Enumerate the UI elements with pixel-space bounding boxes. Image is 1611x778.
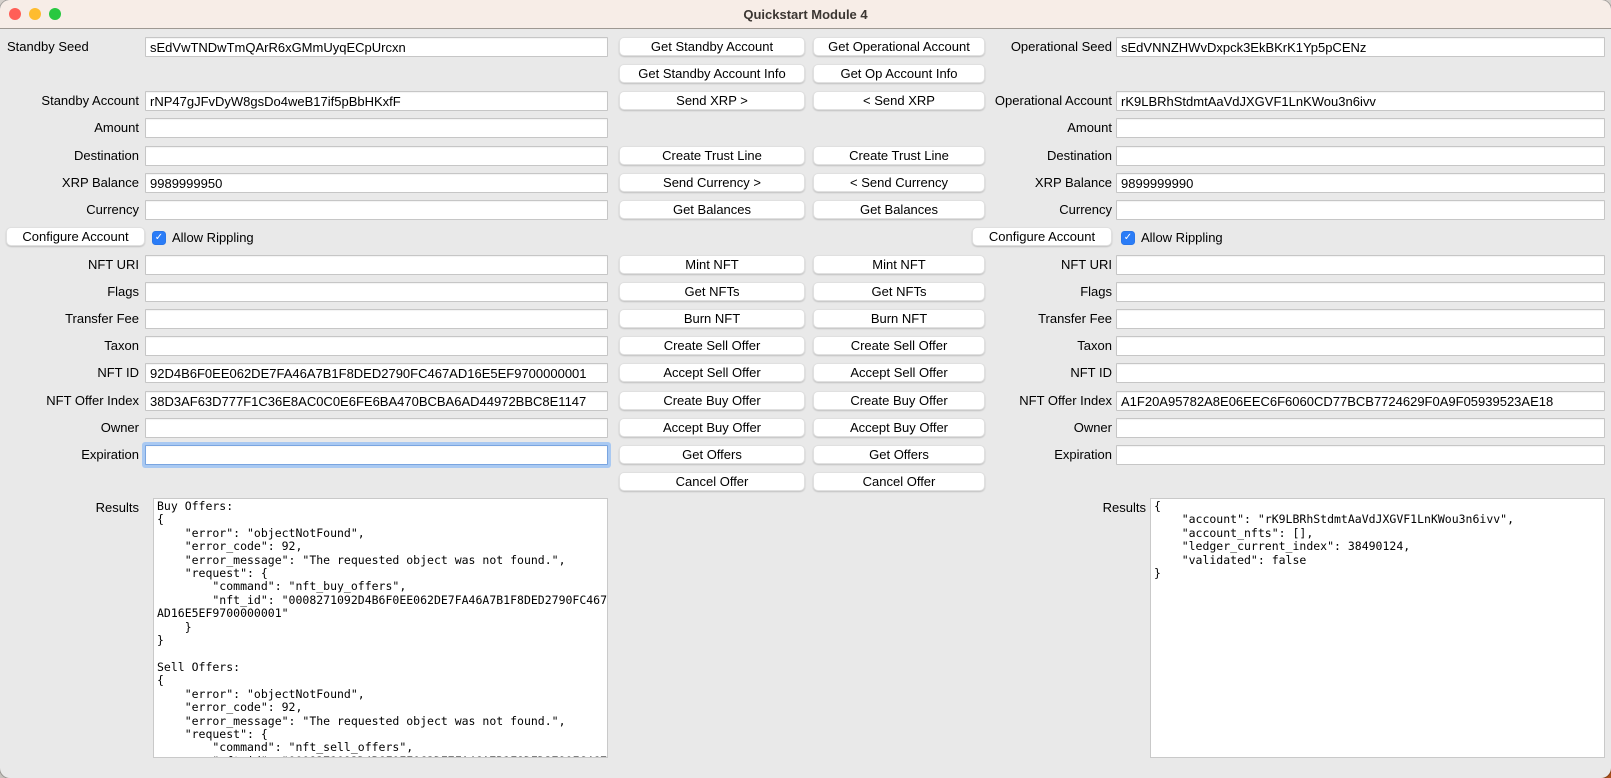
standby-taxon-field[interactable] [145, 336, 608, 356]
op-taxon-label: Taxon [955, 336, 1112, 356]
standby-owner-label: Owner [4, 418, 139, 438]
standby-transfer-fee-label: Transfer Fee [4, 309, 139, 329]
standby-seed-field[interactable] [145, 37, 608, 57]
quickstart-window: Quickstart Module 4 Standby Seed Standby… [0, 0, 1611, 778]
standby-accept-sell-offer-button[interactable]: Accept Sell Offer [619, 363, 805, 382]
standby-xrp-balance-field[interactable] [145, 173, 608, 193]
standby-results-label: Results [4, 498, 139, 518]
op-account-field[interactable] [1116, 91, 1605, 111]
standby-nft-id-label: NFT ID [4, 363, 139, 383]
standby-seed-label: Standby Seed [7, 37, 142, 57]
standby-amount-field[interactable] [145, 118, 608, 138]
op-transfer-fee-label: Transfer Fee [955, 309, 1112, 329]
op-transfer-fee-field[interactable] [1116, 309, 1605, 329]
op-taxon-field[interactable] [1116, 336, 1605, 356]
op-nft-id-field[interactable] [1116, 363, 1605, 383]
get-standby-account-button[interactable]: Get Standby Account [619, 37, 805, 56]
standby-owner-field[interactable] [145, 418, 608, 438]
standby-flags-label: Flags [4, 282, 139, 302]
op-owner-label: Owner [955, 418, 1112, 438]
standby-expiration-label: Expiration [4, 445, 139, 465]
standby-xrp-balance-label: XRP Balance [4, 173, 139, 193]
standby-create-trust-line-button[interactable]: Create Trust Line [619, 146, 805, 165]
standby-destination-label: Destination [4, 146, 139, 166]
op-allow-rippling[interactable]: ✓ Allow Rippling [1121, 228, 1223, 247]
standby-currency-field[interactable] [145, 200, 608, 220]
op-results-label: Results [955, 498, 1146, 518]
op-account-label: Operational Account [955, 91, 1112, 111]
get-op-account-info-button[interactable]: Get Op Account Info [813, 64, 985, 83]
op-flags-label: Flags [955, 282, 1112, 302]
standby-create-buy-offer-button[interactable]: Create Buy Offer [619, 391, 805, 410]
op-seed-field[interactable] [1116, 37, 1605, 57]
standby-allow-rippling[interactable]: ✓ Allow Rippling [152, 228, 254, 247]
standby-destination-field[interactable] [145, 146, 608, 166]
standby-nft-id-field[interactable] [145, 363, 608, 383]
op-flags-field[interactable] [1116, 282, 1605, 302]
op-currency-label: Currency [955, 200, 1112, 220]
get-standby-account-info-button[interactable]: Get Standby Account Info [619, 64, 805, 83]
standby-create-sell-offer-button[interactable]: Create Sell Offer [619, 336, 805, 355]
standby-cancel-offer-button[interactable]: Cancel Offer [619, 472, 805, 491]
op-xrp-balance-field[interactable] [1116, 173, 1605, 193]
standby-accept-buy-offer-button[interactable]: Accept Buy Offer [619, 418, 805, 437]
op-nft-offer-index-field[interactable] [1116, 391, 1605, 411]
op-amount-field[interactable] [1116, 118, 1605, 138]
standby-results-text[interactable]: Buy Offers: { "error": "objectNotFound",… [153, 498, 608, 758]
standby-nft-uri-label: NFT URI [4, 255, 139, 275]
op-expiration-field[interactable] [1116, 445, 1605, 465]
standby-send-xrp-button[interactable]: Send XRP > [619, 91, 805, 110]
standby-flags-field[interactable] [145, 282, 608, 302]
standby-burn-nft-button[interactable]: Burn NFT [619, 309, 805, 328]
content-area: Standby Seed Standby Account Amount Dest… [0, 0, 1611, 778]
op-cancel-offer-button[interactable]: Cancel Offer [813, 472, 985, 491]
standby-send-currency-button[interactable]: Send Currency > [619, 173, 805, 192]
standby-allow-rippling-label: Allow Rippling [172, 230, 254, 245]
op-xrp-balance-label: XRP Balance [955, 173, 1112, 193]
op-nft-id-label: NFT ID [955, 363, 1112, 383]
standby-get-nfts-button[interactable]: Get NFTs [619, 282, 805, 301]
standby-nft-uri-field[interactable] [145, 255, 608, 275]
op-nft-offer-index-label: NFT Offer Index [955, 391, 1112, 411]
standby-taxon-label: Taxon [4, 336, 139, 356]
op-owner-field[interactable] [1116, 418, 1605, 438]
op-destination-label: Destination [955, 146, 1112, 166]
op-nft-uri-field[interactable] [1116, 255, 1605, 275]
standby-get-balances-button[interactable]: Get Balances [619, 200, 805, 219]
standby-nft-offer-index-field[interactable] [145, 391, 608, 411]
op-currency-field[interactable] [1116, 200, 1605, 220]
op-allow-rippling-label: Allow Rippling [1141, 230, 1223, 245]
standby-currency-label: Currency [4, 200, 139, 220]
op-amount-label: Amount [955, 118, 1112, 138]
op-expiration-label: Expiration [955, 445, 1112, 465]
standby-account-label: Standby Account [4, 91, 139, 111]
op-configure-account-button[interactable]: Configure Account [972, 227, 1112, 246]
op-nft-uri-label: NFT URI [955, 255, 1112, 275]
standby-mint-nft-button[interactable]: Mint NFT [619, 255, 805, 274]
standby-allow-rippling-checkbox[interactable]: ✓ [152, 231, 166, 245]
op-allow-rippling-checkbox[interactable]: ✓ [1121, 231, 1135, 245]
standby-expiration-field[interactable] [145, 445, 608, 465]
standby-amount-label: Amount [4, 118, 139, 138]
op-seed-label: Operational Seed [955, 37, 1112, 57]
standby-nft-offer-index-label: NFT Offer Index [4, 391, 139, 411]
standby-get-offers-button[interactable]: Get Offers [619, 445, 805, 464]
standby-account-field[interactable] [145, 91, 608, 111]
op-results-text[interactable]: { "account": "rK9LBRhStdmtAaVdJXGVF1LnKW… [1150, 498, 1605, 758]
standby-transfer-fee-field[interactable] [145, 309, 608, 329]
standby-configure-account-button[interactable]: Configure Account [6, 227, 145, 246]
op-destination-field[interactable] [1116, 146, 1605, 166]
